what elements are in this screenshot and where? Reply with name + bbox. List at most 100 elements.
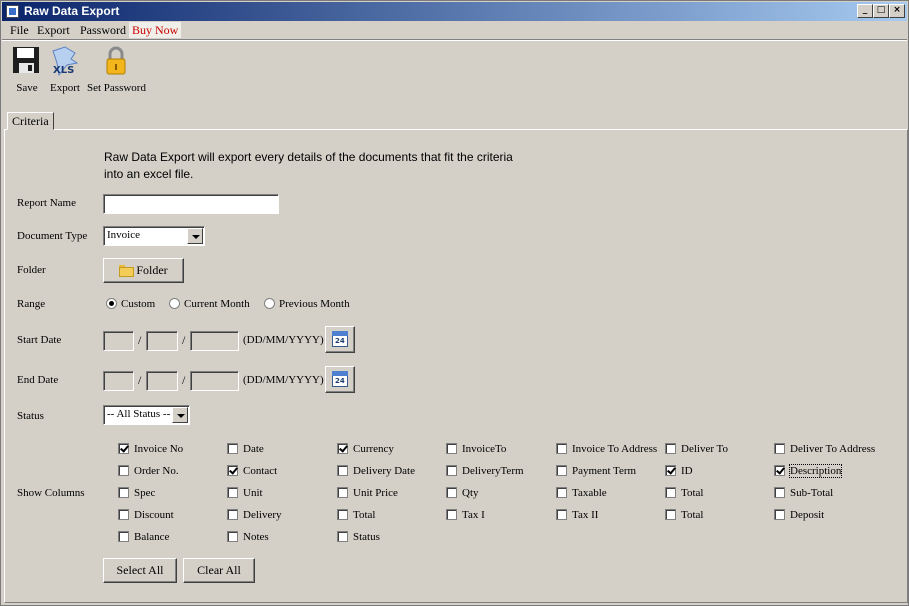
column-checkbox-label: Order No. (134, 465, 179, 477)
column-checkbox[interactable]: Notes (227, 531, 269, 543)
column-checkbox[interactable]: Contact (227, 465, 277, 477)
column-checkbox[interactable]: Order No. (118, 465, 179, 477)
status-select[interactable]: -- All Status -- (103, 405, 190, 425)
checkbox-icon[interactable] (118, 531, 129, 542)
checkbox-icon[interactable] (556, 487, 567, 498)
start-day-input[interactable] (103, 331, 134, 351)
column-checkbox[interactable]: ID (665, 465, 693, 477)
column-checkbox[interactable]: Total (665, 487, 703, 499)
checkbox-icon[interactable] (337, 531, 348, 542)
column-checkbox[interactable]: DeliveryTerm (446, 465, 524, 477)
range-current-month-radio[interactable]: Current Month (169, 298, 250, 310)
range-custom-radio[interactable]: Custom (106, 298, 155, 310)
clear-all-button[interactable]: Clear All (183, 558, 255, 583)
column-checkbox[interactable]: Payment Term (556, 465, 636, 477)
end-year-input[interactable] (190, 371, 239, 391)
checkbox-icon[interactable] (774, 443, 785, 454)
checkbox-icon[interactable] (774, 509, 785, 520)
menu-buy-now[interactable]: Buy Now (129, 22, 182, 38)
column-checkbox[interactable]: Deliver To (665, 443, 728, 455)
document-type-select[interactable]: Invoice (103, 226, 205, 246)
column-checkbox[interactable]: Deliver To Address (774, 443, 875, 455)
checkbox-icon[interactable] (556, 443, 567, 454)
checkbox-icon[interactable] (337, 487, 348, 498)
checkbox-icon[interactable] (446, 487, 457, 498)
column-checkbox-label: InvoiceTo (462, 443, 507, 455)
chevron-down-icon[interactable] (172, 407, 188, 423)
start-month-input[interactable] (146, 331, 178, 351)
column-checkbox-label: Deliver To Address (790, 443, 876, 455)
checkbox-checked-icon[interactable] (665, 465, 676, 476)
column-checkbox[interactable]: Balance (118, 531, 169, 543)
column-checkbox[interactable]: Invoice No (118, 443, 183, 455)
checkbox-icon[interactable] (446, 465, 457, 476)
checkbox-icon[interactable] (665, 509, 676, 520)
column-checkbox[interactable]: Invoice To Address (556, 443, 657, 455)
checkbox-icon[interactable] (227, 509, 238, 520)
column-checkbox[interactable]: Description (774, 464, 843, 478)
column-checkbox[interactable]: Total (337, 509, 375, 521)
folder-button[interactable]: Folder (103, 258, 184, 283)
menu-file[interactable]: File (10, 23, 29, 38)
checkbox-icon[interactable] (118, 465, 129, 476)
column-checkbox[interactable]: Taxable (556, 487, 607, 499)
app-window: Raw Data Export _ □ × File Export Passwo… (0, 0, 909, 606)
checkbox-icon[interactable] (446, 443, 457, 454)
end-day-input[interactable] (103, 371, 134, 391)
menu-export[interactable]: Export (37, 23, 70, 38)
column-checkbox-label: Total (353, 509, 376, 521)
end-month-input[interactable] (146, 371, 178, 391)
xls-export-icon: XLS (49, 45, 81, 77)
column-checkbox[interactable]: Status (337, 531, 380, 543)
column-checkbox[interactable]: Tax II (556, 509, 598, 521)
checkbox-icon[interactable] (118, 487, 129, 498)
range-previous-month-radio[interactable]: Previous Month (264, 298, 350, 310)
column-checkbox[interactable]: Delivery Date (337, 465, 415, 477)
start-date-calendar-button[interactable]: 24 (325, 326, 355, 353)
checkbox-icon[interactable] (774, 487, 785, 498)
report-name-input[interactable] (103, 194, 279, 214)
column-checkbox-label: Delivery Date (353, 465, 415, 477)
checkbox-icon[interactable] (556, 465, 567, 476)
end-date-calendar-button[interactable]: 24 (325, 366, 355, 393)
column-checkbox[interactable]: Sub-Total (774, 487, 833, 499)
checkbox-icon[interactable] (227, 531, 238, 542)
set-password-button[interactable]: Set Password (87, 45, 146, 94)
export-button[interactable]: XLS Export (49, 45, 81, 94)
start-year-input[interactable] (190, 331, 239, 351)
checkbox-checked-icon[interactable] (337, 443, 348, 454)
column-checkbox[interactable]: InvoiceTo (446, 443, 506, 455)
checkbox-checked-icon[interactable] (774, 465, 785, 476)
calendar-day: 24 (335, 337, 345, 345)
column-checkbox[interactable]: Currency (337, 443, 394, 455)
column-checkbox[interactable]: Spec (118, 487, 155, 499)
checkbox-icon[interactable] (227, 443, 238, 454)
select-all-button[interactable]: Select All (103, 558, 177, 583)
column-checkbox[interactable]: Qty (446, 487, 479, 499)
column-checkbox[interactable]: Unit (227, 487, 263, 499)
menu-password[interactable]: Password (80, 23, 126, 38)
maximize-button[interactable]: □ (873, 4, 889, 18)
checkbox-icon[interactable] (665, 443, 676, 454)
column-checkbox[interactable]: Date (227, 443, 264, 455)
column-checkbox[interactable]: Deposit (774, 509, 824, 521)
column-checkbox[interactable]: Total (665, 509, 703, 521)
checkbox-icon[interactable] (556, 509, 567, 520)
checkbox-icon[interactable] (118, 509, 129, 520)
tab-criteria[interactable]: Criteria (7, 112, 54, 130)
save-button[interactable]: Save (11, 45, 43, 94)
column-checkbox[interactable]: Discount (118, 509, 174, 521)
minimize-button[interactable]: _ (857, 4, 873, 18)
column-checkbox[interactable]: Unit Price (337, 487, 398, 499)
checkbox-checked-icon[interactable] (118, 443, 129, 454)
column-checkbox[interactable]: Delivery (227, 509, 281, 521)
checkbox-checked-icon[interactable] (227, 465, 238, 476)
checkbox-icon[interactable] (337, 509, 348, 520)
checkbox-icon[interactable] (665, 487, 676, 498)
checkbox-icon[interactable] (337, 465, 348, 476)
close-button[interactable]: × (889, 4, 905, 18)
checkbox-icon[interactable] (446, 509, 457, 520)
chevron-down-icon[interactable] (187, 228, 203, 244)
checkbox-icon[interactable] (227, 487, 238, 498)
column-checkbox[interactable]: Tax I (446, 509, 485, 521)
